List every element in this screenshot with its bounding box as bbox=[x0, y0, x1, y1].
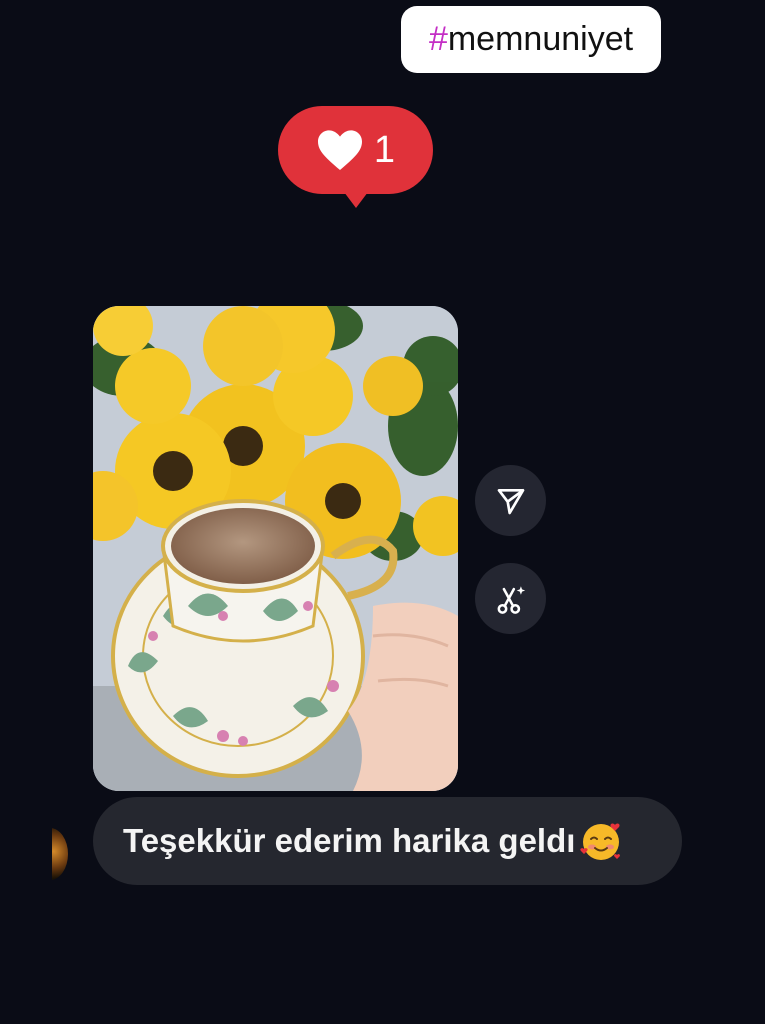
message-bubble[interactable]: Teşekkür ederim harika geldı bbox=[93, 797, 682, 885]
hashtag-symbol: # bbox=[428, 20, 448, 58]
remix-button[interactable] bbox=[475, 563, 546, 634]
like-count-badge[interactable]: 1 bbox=[278, 106, 433, 208]
smiling-face-with-hearts-icon bbox=[580, 823, 621, 860]
like-count: 1 bbox=[373, 128, 396, 171]
hashtag-text: memnuniyet bbox=[447, 20, 634, 58]
photo-image bbox=[93, 306, 458, 791]
shared-photo[interactable] bbox=[93, 306, 458, 791]
hashtag-sticker[interactable]: # memnuniyet bbox=[401, 6, 661, 73]
heart-icon bbox=[317, 130, 362, 170]
send-icon bbox=[497, 488, 524, 514]
scissors-sparkle-icon bbox=[497, 585, 525, 614]
share-button[interactable] bbox=[475, 465, 546, 536]
message-text: Teşekkür ederim harika geldı bbox=[123, 822, 576, 859]
avatar-clip bbox=[0, 820, 52, 890]
